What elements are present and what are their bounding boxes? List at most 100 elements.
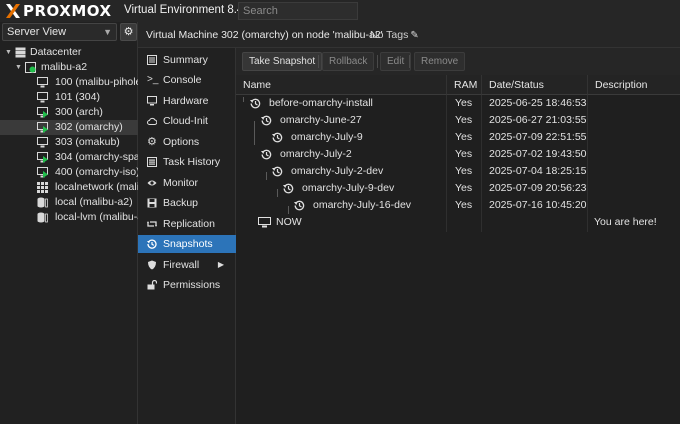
tree-item-vm[interactable]: 400 (omarchy-iso) xyxy=(0,165,138,180)
history-icon xyxy=(261,149,272,160)
search-input[interactable] xyxy=(238,2,358,20)
datacenter-icon xyxy=(15,47,26,58)
menu-item-replication[interactable]: Replication xyxy=(138,215,236,233)
history-icon xyxy=(147,239,157,249)
snapshot-date: 2025-07-02 19:43:50 xyxy=(489,148,587,160)
snapshot-name: omarchy-July-9-dev xyxy=(302,182,395,194)
menu-item-cloud-init[interactable]: Cloud-Init xyxy=(138,112,236,130)
table-row-current[interactable]: NOW You are here! xyxy=(236,214,680,231)
expand-icon[interactable]: ▼ xyxy=(15,60,22,75)
retweet-icon xyxy=(147,221,157,227)
menu-item-label: Snapshots xyxy=(163,238,213,250)
snapshot-date: 2025-07-09 22:51:55 xyxy=(489,131,587,143)
remove-button[interactable]: Remove xyxy=(414,52,466,71)
toolbar-separator xyxy=(377,55,378,68)
snapshot-name: omarchy-July-9 xyxy=(291,131,363,143)
snapshot-description: You are here! xyxy=(594,216,657,228)
chevron-right-icon[interactable]: ▶ xyxy=(218,256,224,274)
tree-item-node[interactable]: ▼ malibu-a2 xyxy=(0,60,138,75)
column-header-name[interactable]: Name xyxy=(236,75,447,95)
menu-item-label: Firewall xyxy=(163,259,200,271)
menu-item-console[interactable]: >_ Console xyxy=(138,71,236,89)
history-icon xyxy=(283,183,294,194)
table-row[interactable]: omarchy-June-27 Yes 2025-06-27 21:03:55 xyxy=(236,112,680,129)
proxmox-logo[interactable]: PROXMOX xyxy=(5,2,112,20)
menu-item-label: Options xyxy=(163,136,200,148)
menu-item-task-history[interactable]: Task History xyxy=(138,153,236,171)
tree-item-label: 303 (omakub) xyxy=(55,136,120,148)
vm-stopped-icon xyxy=(37,92,48,103)
tree-item-label: 101 (304) xyxy=(55,91,100,103)
tree-item-network[interactable]: localnetwork (malibu xyxy=(0,180,138,195)
menu-item-label: Cloud-Init xyxy=(163,115,208,127)
network-icon xyxy=(37,182,48,193)
list-icon xyxy=(147,157,157,167)
content-header: Virtual Machine 302 (omarchy) on node 'm… xyxy=(138,22,680,48)
gear-icon: ⚙ xyxy=(147,136,157,148)
menu-item-backup[interactable]: Backup xyxy=(138,194,236,212)
menu-item-label: Backup xyxy=(163,197,199,209)
vm-menu: Summary >_ Console Hardware Cloud-Init ⚙… xyxy=(138,48,236,424)
vm-running-icon xyxy=(37,107,48,118)
console-icon: >_ xyxy=(147,74,159,85)
hardware-icon xyxy=(147,96,157,106)
tree-item-label: 302 (omarchy) xyxy=(55,121,123,133)
tree-item-label: localnetwork (malibu xyxy=(55,181,138,193)
tree-item-label: Datacenter xyxy=(30,46,82,58)
vm-running-icon xyxy=(37,122,48,133)
tree-item-storage[interactable]: local (malibu-a2) xyxy=(0,195,138,210)
rollback-button[interactable]: Rollback xyxy=(322,52,375,71)
history-icon xyxy=(250,98,261,109)
menu-item-monitor[interactable]: Monitor xyxy=(138,174,236,192)
menu-item-hardware[interactable]: Hardware xyxy=(138,92,236,110)
pencil-icon[interactable]: ✎ xyxy=(410,30,418,41)
tree-item-vm[interactable]: 100 (malibu-pihole) xyxy=(0,75,138,90)
table-row[interactable]: omarchy-July-2-dev Yes 2025-07-04 18:25:… xyxy=(236,163,680,180)
snapshot-date: 2025-07-16 10:45:20 xyxy=(489,199,587,211)
table-row[interactable]: before-omarchy-install Yes 2025-06-25 18… xyxy=(236,95,680,112)
menu-item-firewall[interactable]: Firewall ▶ xyxy=(138,256,236,274)
table-row[interactable]: omarchy-July-9-dev Yes 2025-07-09 20:56:… xyxy=(236,180,680,197)
column-header-description[interactable]: Description xyxy=(588,75,680,95)
tags-editor[interactable]: No Tags ✎ xyxy=(370,29,419,41)
tree-item-vm[interactable]: 300 (arch) xyxy=(0,105,138,120)
top-bar: PROXMOX Virtual Environment 8.4.1 xyxy=(0,0,680,22)
view-selector[interactable]: Server View ▼ xyxy=(2,23,117,41)
tags-label: No Tags xyxy=(370,29,409,41)
snapshot-ram: Yes xyxy=(455,114,473,126)
table-row[interactable]: omarchy-July-2 Yes 2025-07-02 19:43:50 xyxy=(236,146,680,163)
snapshot-grid: Name RAM Date/Status Description before-… xyxy=(236,75,680,424)
take-snapshot-button[interactable]: Take Snapshot xyxy=(242,52,323,71)
view-settings-button[interactable]: ⚙ xyxy=(120,23,137,41)
tree-item-storage[interactable]: local-lvm (malibu-a2 xyxy=(0,210,138,225)
menu-item-label: Console xyxy=(163,74,202,86)
menu-item-label: Replication xyxy=(163,218,215,230)
view-selector-label: Server View xyxy=(7,26,67,38)
column-header-date[interactable]: Date/Status xyxy=(482,75,588,95)
tree-item-datacenter[interactable]: ▼ Datacenter xyxy=(0,45,138,60)
menu-item-snapshots[interactable]: Snapshots xyxy=(138,235,236,253)
proxmox-x-icon xyxy=(5,3,21,19)
menu-item-summary[interactable]: Summary xyxy=(138,51,236,69)
table-row[interactable]: omarchy-July-16-dev Yes 2025-07-16 10:45… xyxy=(236,197,680,214)
menu-item-permissions[interactable]: Permissions xyxy=(138,276,236,294)
tree-item-vm[interactable]: 303 (omakub) xyxy=(0,135,138,150)
table-row[interactable]: omarchy-July-9 Yes 2025-07-09 22:51:55 xyxy=(236,129,680,146)
chevron-down-icon: ▼ xyxy=(103,27,112,37)
storage-icon xyxy=(37,197,48,208)
column-header-ram[interactable]: RAM xyxy=(447,75,482,95)
snapshot-toolbar: Take Snapshot Rollback Edit Remove xyxy=(236,48,680,75)
tree-item-vm-selected[interactable]: 302 (omarchy) xyxy=(0,120,138,135)
history-icon xyxy=(294,200,305,211)
snapshot-name: omarchy-July-2 xyxy=(280,148,352,160)
tree-item-vm[interactable]: 101 (304) xyxy=(0,90,138,105)
unlock-icon xyxy=(147,280,157,290)
snapshot-ram: Yes xyxy=(455,165,473,177)
history-icon xyxy=(272,132,283,143)
tree-item-vm[interactable]: 304 (omarchy-spare xyxy=(0,150,138,165)
edit-button[interactable]: Edit xyxy=(380,52,412,71)
menu-item-options[interactable]: ⚙ Options xyxy=(138,133,236,151)
snapshot-name: omarchy-June-27 xyxy=(280,114,362,126)
expand-icon[interactable]: ▼ xyxy=(5,45,12,60)
tree-item-label: 400 (omarchy-iso) xyxy=(55,166,138,178)
